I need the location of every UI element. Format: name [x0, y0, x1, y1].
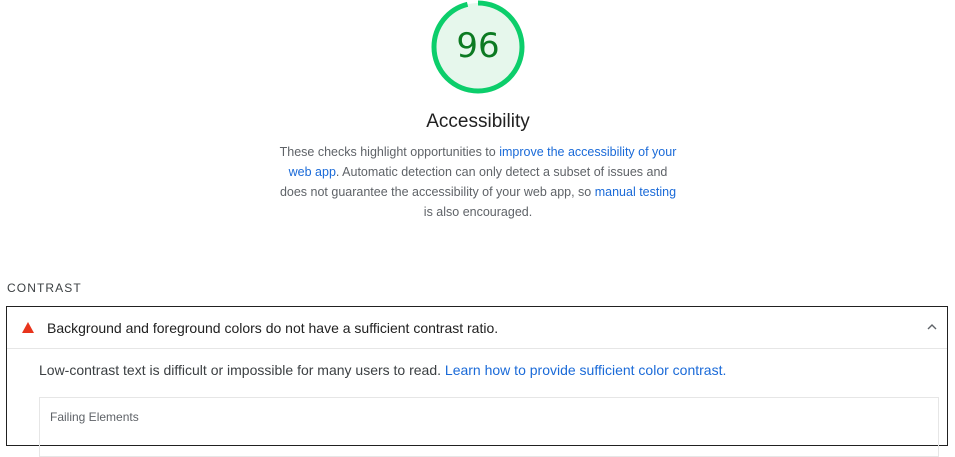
score-value: 96 [456, 26, 500, 66]
score-gauge: 96 [428, 0, 528, 96]
description-text: is also encouraged. [423, 205, 533, 219]
learn-contrast-link[interactable]: Learn how to provide sufficient color co… [445, 362, 726, 378]
warning-triangle-icon [22, 322, 34, 333]
manual-testing-link[interactable]: manual testing [595, 185, 676, 199]
category-title: Accessibility [426, 111, 530, 132]
audit-description-text: Low-contrast text is difficult or imposs… [39, 362, 445, 378]
failing-elements-table: Failing Elements [39, 397, 939, 457]
description-text: These checks highlight opportunities to [279, 145, 500, 159]
chevron-up-icon[interactable] [927, 323, 937, 331]
audit-title: Background and foreground colors do not … [47, 320, 499, 336]
category-description: These checks highlight opportunities to … [278, 142, 678, 222]
failing-elements-header: Failing Elements [50, 410, 139, 424]
audit-description: Low-contrast text is difficult or imposs… [39, 361, 726, 379]
audit-color-contrast: Background and foreground colors do not … [6, 306, 948, 457]
audit-header[interactable]: Background and foreground colors do not … [7, 307, 947, 349]
section-heading-contrast: CONTRAST [7, 281, 82, 295]
